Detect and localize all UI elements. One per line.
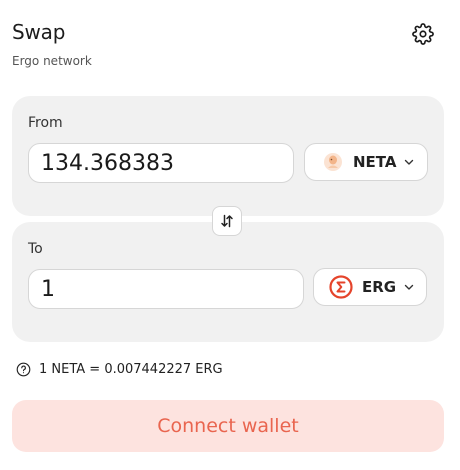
switch-tokens-button[interactable] [212, 206, 242, 236]
chevron-down-icon [404, 284, 414, 290]
to-amount-input[interactable] [28, 269, 304, 309]
to-panel: To ERG [12, 222, 444, 342]
neta-token-icon [324, 153, 342, 171]
to-token-symbol: ERG [362, 278, 397, 296]
exchange-rate: 1 NETA = 0.007442227 ERG [16, 362, 223, 377]
from-token-symbol: NETA [353, 153, 397, 171]
from-panel: From NETA [12, 96, 444, 216]
swap-arrows-icon [221, 214, 233, 228]
page-title: Swap [12, 20, 66, 44]
chevron-down-icon [405, 159, 414, 165]
from-token-select[interactable]: NETA [304, 143, 428, 181]
from-amount-input[interactable] [28, 143, 294, 183]
exchange-rate-text: 1 NETA = 0.007442227 ERG [39, 362, 223, 377]
gear-icon [412, 23, 434, 45]
to-label: To [28, 241, 43, 257]
question-circle-icon[interactable] [16, 362, 31, 377]
from-label: From [28, 115, 63, 131]
settings-button[interactable] [412, 23, 434, 45]
connect-wallet-button[interactable]: Connect wallet [12, 400, 444, 452]
to-token-select[interactable]: ERG [313, 268, 427, 306]
erg-token-icon [329, 275, 353, 299]
network-label: Ergo network [12, 54, 92, 68]
